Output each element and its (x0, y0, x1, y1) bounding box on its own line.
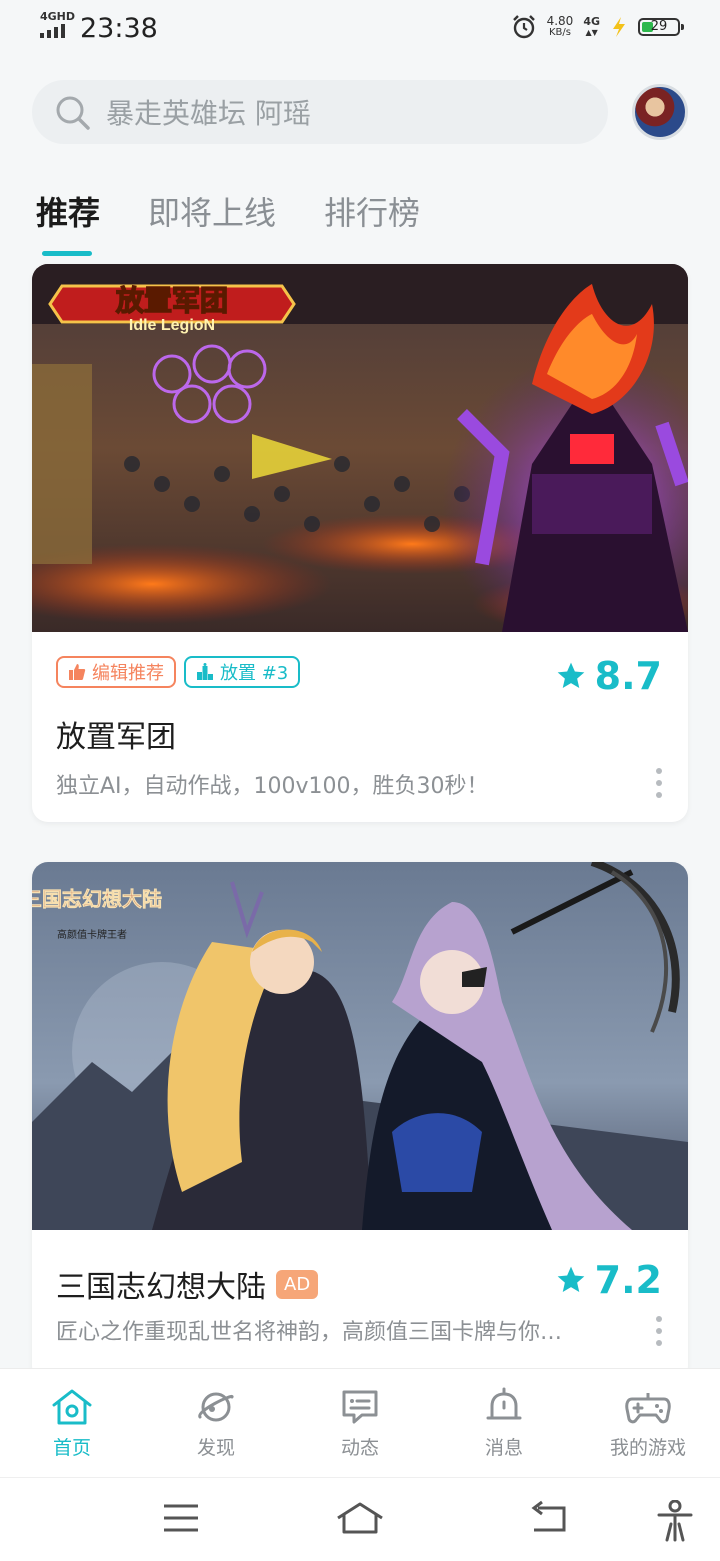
editor-pick-badge[interactable]: 编辑推荐 (56, 656, 176, 688)
game-description: 独立AI，自动作战，100v100，胜负30秒！ (56, 774, 489, 799)
clock: 23:38 (80, 13, 158, 44)
network-type: 4GHD (40, 10, 76, 23)
more-options-icon[interactable] (656, 1316, 662, 1346)
net-speed: 4.80 KB/s (546, 14, 574, 38)
status-bar: 4GHD 23:38 4.80 KB/s 4G ▲▼ 29 (0, 0, 720, 60)
gamepad-icon (625, 1393, 671, 1424)
system-nav-bar (0, 1477, 720, 1561)
search-icon (56, 96, 90, 130)
bell-icon (486, 1387, 522, 1420)
search-bar[interactable] (32, 80, 608, 144)
thumbs-up-icon (69, 664, 86, 680)
search-input[interactable] (104, 92, 588, 134)
avatar[interactable] (632, 84, 688, 140)
rating-value: 8.7 (594, 654, 662, 698)
alarm-icon (512, 15, 535, 39)
game-description: 匠心之作重现乱世名将神韵，高颜值三国卡牌与你… (56, 1320, 563, 1345)
rating: 7.2 (555, 1258, 662, 1302)
game-title[interactable]: 放置军团 (56, 712, 176, 756)
banner-logo: 三国志幻想大陆 (32, 887, 162, 911)
podium-icon (197, 663, 213, 680)
ad-badge: AD (276, 1269, 319, 1299)
home-icon (52, 1389, 92, 1425)
game-banner[interactable]: 三国志幻想大陆 高颜值卡牌王者 (32, 862, 688, 1230)
signal-icon (40, 24, 65, 38)
rating-value: 7.2 (594, 1258, 662, 1302)
category-rank-badge[interactable]: 放置 #3 (184, 656, 301, 688)
more-options-icon[interactable] (656, 768, 662, 798)
tab-upcoming[interactable]: 即将上线 (148, 188, 276, 252)
back-icon[interactable] (528, 1500, 570, 1536)
game-title-row[interactable]: 三国志幻想大陆 AD (56, 1262, 319, 1306)
nav-home[interactable]: 首页 (0, 1369, 144, 1477)
banner-logo-sub: 高颜值卡牌王者 (57, 928, 127, 941)
star-icon (557, 1266, 585, 1292)
home-key-icon[interactable] (336, 1500, 384, 1536)
menu-icon[interactable] (162, 1500, 200, 1536)
badge-row: 编辑推荐 放置 #3 (56, 656, 301, 688)
accessibility-icon[interactable] (656, 1500, 694, 1544)
banner-logo-sub: Idle LegioN (129, 317, 215, 334)
planet-icon (198, 1392, 234, 1422)
message-icon (342, 1390, 378, 1424)
tab-ranking[interactable]: 排行榜 (324, 188, 420, 252)
nav-discover[interactable]: 发现 (144, 1369, 288, 1477)
nav-my-games[interactable]: 我的游戏 (576, 1369, 720, 1477)
rating: 8.7 (555, 654, 662, 698)
top-tabs: 推荐 即将上线 排行榜 (36, 188, 420, 256)
battery-indicator: 29 (638, 18, 684, 36)
star-icon (557, 662, 585, 688)
nav-feed[interactable]: 动态 (288, 1369, 432, 1477)
banner-logo: 放置军团 (115, 284, 228, 316)
game-card[interactable]: 放置军团 Idle LegioN 编辑推荐 放置 #3 8.7 放置军团 独立A… (32, 264, 688, 822)
game-banner[interactable]: 放置军团 Idle LegioN (32, 264, 688, 632)
charging-icon (613, 17, 625, 37)
bottom-nav: 首页 发现 动态 消息 我的游戏 (0, 1368, 720, 1477)
mobile-data-indicator: 4G ▲▼ (583, 15, 600, 37)
nav-messages[interactable]: 消息 (432, 1369, 576, 1477)
tab-recommend[interactable]: 推荐 (36, 188, 100, 256)
game-title[interactable]: 三国志幻想大陆 (56, 1262, 266, 1306)
game-card[interactable]: 三国志幻想大陆 高颜值卡牌王者 三国志幻想大陆 AD 7.2 匠心之作重现乱世名… (32, 862, 688, 1382)
